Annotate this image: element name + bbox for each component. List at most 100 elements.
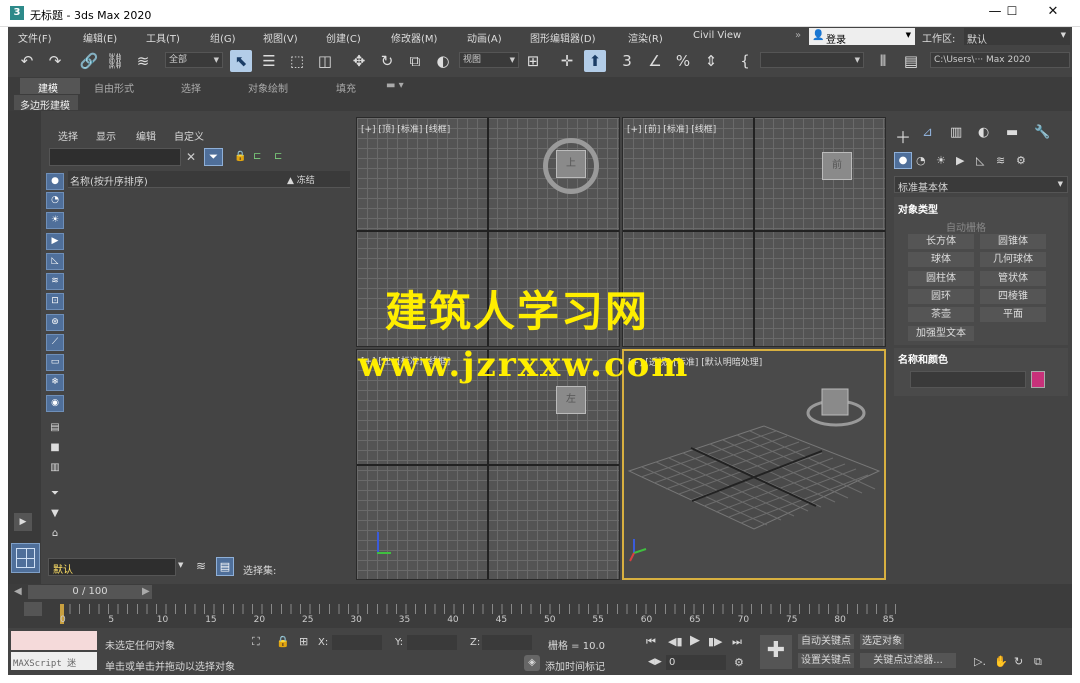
move-icon[interactable]: ✥ <box>348 50 370 72</box>
scene-search-input[interactable] <box>49 148 181 166</box>
tab-freeform[interactable]: 自由形式 <box>94 80 134 95</box>
tube-button[interactable]: 管状体 <box>980 271 1046 286</box>
hierarchy-tab-icon[interactable]: ▥ <box>950 125 962 140</box>
next-frame-icon[interactable]: ▶ <box>142 586 150 597</box>
filter-icon[interactable]: ⏷ <box>204 148 223 166</box>
menu-create[interactable]: 创建(C) <box>326 30 361 45</box>
align-icon[interactable]: ▤ <box>900 50 922 72</box>
object-name-input[interactable] <box>910 371 1026 388</box>
set-key-icon[interactable]: ✚ <box>760 635 792 669</box>
maximize-icon[interactable]: ☐ <box>997 4 1027 22</box>
column-freeze[interactable]: ▲ 冻结 <box>287 173 315 186</box>
menu-group[interactable]: 组(G) <box>210 30 236 45</box>
maxscript-listener[interactable] <box>11 631 97 650</box>
filter-funnel-alt-icon[interactable]: ▼ <box>46 506 64 523</box>
container-icon[interactable]: ⌂ <box>46 526 64 543</box>
hierarchy-layer-icon[interactable]: ⊏ <box>274 151 282 162</box>
link-icon[interactable]: 🔗 <box>78 50 100 72</box>
viewport-layout-icon[interactable] <box>11 543 40 573</box>
selection-filter-dropdown[interactable]: 全部 ▼ <box>165 52 223 68</box>
filter-funnel-icon[interactable]: ⏷ <box>46 486 64 503</box>
tab-populate[interactable]: 填充 <box>336 80 356 95</box>
cylinder-button[interactable]: 圆柱体 <box>908 271 974 286</box>
pivot-center-icon[interactable]: ⊞ <box>522 50 544 72</box>
display-cameras-icon[interactable]: ▶ <box>46 233 64 250</box>
play-icon[interactable]: ▶ <box>690 633 700 648</box>
viewport-top-label[interactable]: [+] [顶] [标准] [线框] <box>361 122 450 135</box>
object-type-header[interactable]: 对象类型 <box>898 201 938 216</box>
redo-icon[interactable]: ↷ <box>44 50 66 72</box>
goto-start-icon[interactable]: ⏮ <box>646 635 656 649</box>
maxscript-input[interactable]: MAXScript 迷 <box>11 652 97 670</box>
clear-search-icon[interactable]: ✕ <box>186 150 196 164</box>
geometry-category-icon[interactable]: ● <box>894 152 912 169</box>
cameras-category-icon[interactable]: ▶ <box>956 154 964 167</box>
column-name[interactable]: 名称(按升序排序) <box>70 173 148 188</box>
menu-animation[interactable]: 动画(A) <box>467 30 502 45</box>
layer-dropdown[interactable]: 默认 <box>48 558 176 576</box>
display-spacewarps-icon[interactable]: ≋ <box>46 273 64 290</box>
select-manipulate-icon[interactable]: ✛ <box>556 50 578 72</box>
motion-tab-icon[interactable]: ◐ <box>978 125 989 140</box>
chevron-down-icon[interactable]: ▼ <box>178 561 183 569</box>
selection-lock-icon[interactable]: 🔒 <box>276 635 290 648</box>
login-dropdown[interactable]: 👤 登录 ▼ <box>809 28 915 46</box>
object-category-dropdown[interactable]: 标准基本体 ▼ <box>894 176 1068 194</box>
absolute-mode-icon[interactable]: ⊞ <box>299 635 308 648</box>
display-geometry-icon[interactable]: ● <box>46 173 64 190</box>
next-key-icon[interactable]: ▮▶ <box>708 635 723 648</box>
modify-tab-icon[interactable]: ⊿ <box>922 125 933 140</box>
pan-icon[interactable]: ✋ <box>994 655 1008 668</box>
keyboard-shortcut-override-icon[interactable]: ⬆ <box>584 50 606 72</box>
display-containers-icon[interactable]: ▭ <box>46 354 64 371</box>
scene-menu-select[interactable]: 选择 <box>58 128 78 143</box>
systems-category-icon[interactable]: ⚙ <box>1016 154 1026 167</box>
sphere-button[interactable]: 球体 <box>908 252 974 267</box>
selected-objects-dropdown[interactable]: 选定对象 <box>860 634 904 649</box>
menu-views[interactable]: 视图(V) <box>263 30 298 45</box>
teapot-button[interactable]: 茶壶 <box>908 307 974 322</box>
place-icon[interactable]: ◐ <box>432 50 454 72</box>
display-groups-icon[interactable]: ⊡ <box>46 293 64 310</box>
viewcube-front[interactable]: 前 <box>822 152 852 180</box>
time-config-icon[interactable]: ⚙ <box>734 656 744 669</box>
bind-spacewarp-icon[interactable]: ≋ <box>132 50 154 72</box>
geosphere-button[interactable]: 几何球体 <box>980 252 1046 267</box>
isolate-selection-icon[interactable]: ⛶ <box>252 635 260 649</box>
display-particles-icon[interactable]: ❄ <box>46 374 64 391</box>
scene-menu-edit[interactable]: 编辑 <box>136 128 156 143</box>
time-tag-icon[interactable]: ◈ <box>524 655 540 671</box>
rect-selection-icon[interactable]: ⬚ <box>286 50 308 72</box>
cone-button[interactable]: 圆锥体 <box>980 234 1046 249</box>
shapes-category-icon[interactable]: ◔ <box>916 154 926 167</box>
menu-modifiers[interactable]: 修改器(M) <box>391 30 437 45</box>
display-shapes-icon[interactable]: ◔ <box>46 192 64 209</box>
prev-frame-icon[interactable]: ◀ <box>14 586 22 597</box>
helpers-category-icon[interactable]: ◺ <box>976 154 984 167</box>
display-all-icon[interactable]: ▤ <box>46 420 64 437</box>
pyramid-button[interactable]: 四棱锥 <box>980 289 1046 304</box>
goto-end-icon[interactable]: ⏭ <box>732 635 742 649</box>
maximize-viewport-icon[interactable]: ⧉ <box>1034 655 1042 669</box>
name-color-header[interactable]: 名称和颜色 <box>898 351 948 366</box>
workspace-dropdown[interactable]: 默认 ▼ <box>964 28 1070 46</box>
viewport-front[interactable]: [+] [前] [标准] [线框] 前 <box>622 117 886 347</box>
display-lights-icon[interactable]: ☀ <box>46 212 64 229</box>
percent-snap-icon[interactable]: % <box>672 50 694 72</box>
mirror-icon[interactable]: ⫴ <box>872 50 894 72</box>
viewcube-top[interactable]: 上 <box>556 150 586 178</box>
add-time-tag[interactable]: 添加时间标记 <box>545 658 605 673</box>
autogrid-checkbox[interactable]: 自动栅格 <box>946 219 986 234</box>
key-filters-button[interactable]: 关键点过滤器... <box>860 653 956 668</box>
tab-modeling[interactable]: 建模 <box>20 78 80 95</box>
angle-snap-icon[interactable]: ∠ <box>644 50 666 72</box>
viewcube-left[interactable]: 左 <box>556 386 586 414</box>
orbit-icon[interactable]: ↻ <box>1014 655 1023 668</box>
window-crossing-icon[interactable]: ◫ <box>314 50 336 72</box>
utilities-tab-icon[interactable]: 🔧 <box>1034 125 1050 140</box>
layers-icon[interactable]: ≋ <box>196 559 206 573</box>
display-helpers-icon[interactable]: ◺ <box>46 253 64 270</box>
current-frame-input[interactable]: 0 <box>666 655 726 670</box>
select-by-name-icon[interactable]: ☰ <box>258 50 280 72</box>
textplus-button[interactable]: 加强型文本 <box>908 326 974 341</box>
